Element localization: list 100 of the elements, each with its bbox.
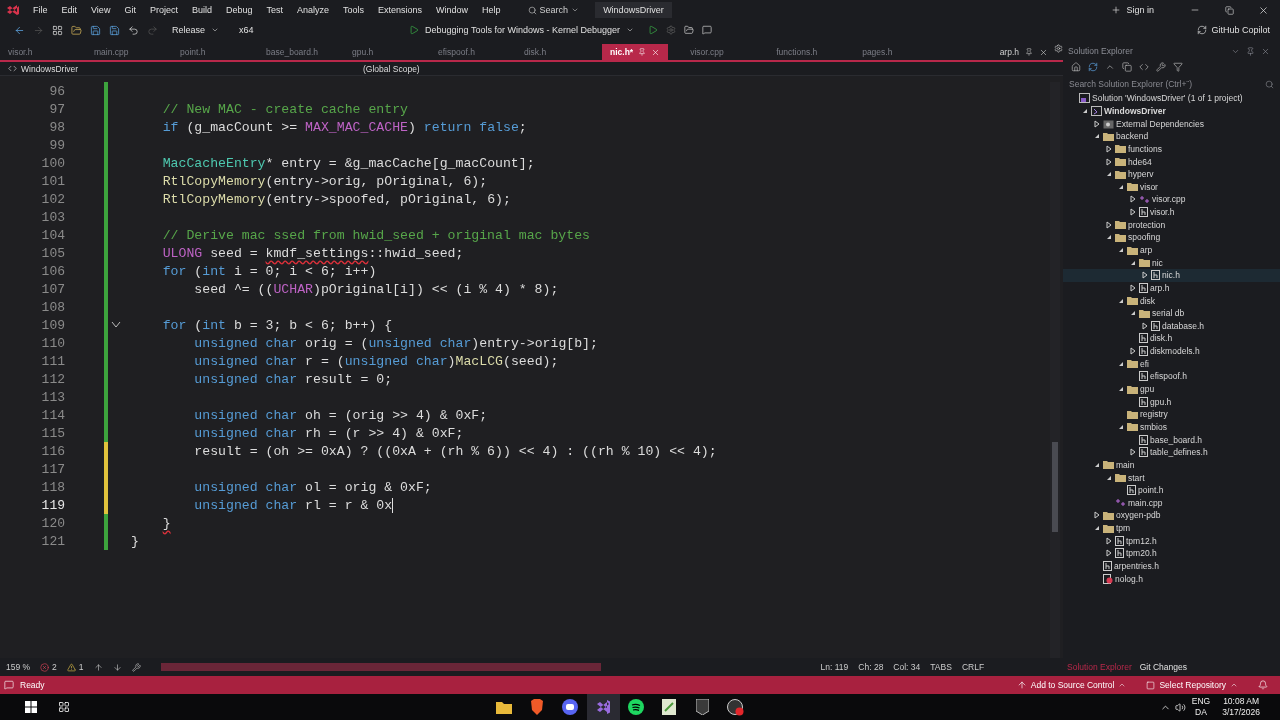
undo-icon[interactable] <box>128 24 139 36</box>
expand-arrow-icon[interactable] <box>1105 549 1113 558</box>
bell-icon[interactable] <box>1258 680 1268 690</box>
tree-item[interactable]: main.cpp <box>1063 496 1280 510</box>
tree-item[interactable]: visor.h <box>1063 205 1280 219</box>
caret-icon[interactable] <box>1230 681 1238 689</box>
debug-target-button[interactable]: Debugging Tools for Windows - Kernel Debugger <box>403 23 640 37</box>
chevron-down-icon[interactable] <box>626 26 634 34</box>
close-icon[interactable] <box>1257 4 1269 16</box>
expand-arrow-icon[interactable] <box>1093 119 1101 128</box>
settings-icon[interactable] <box>1054 44 1063 53</box>
expand-arrow-icon[interactable] <box>1105 220 1113 229</box>
collapse-arrow-icon[interactable] <box>1093 524 1101 533</box>
select-repository-button[interactable]: Select Repository <box>1146 680 1238 690</box>
copilot-button[interactable]: GitHub Copilot <box>1197 25 1270 35</box>
tree-item[interactable]: hde64 <box>1063 155 1280 168</box>
save-all-icon[interactable] <box>109 24 120 36</box>
error-count[interactable]: 2 <box>40 662 57 672</box>
file-tab[interactable]: point.h <box>172 44 244 60</box>
configuration-dropdown[interactable]: Release <box>166 23 226 37</box>
search-button[interactable]: Search <box>521 5 586 15</box>
warning-icon[interactable] <box>66 662 76 672</box>
tree-item[interactable]: gpu <box>1063 382 1280 396</box>
tree-item[interactable]: table_defines.h <box>1063 445 1280 459</box>
tree-item[interactable]: tpm20.h <box>1063 547 1280 560</box>
folder-icon[interactable] <box>684 25 694 35</box>
file-tab[interactable]: functions.h <box>768 44 841 60</box>
collapse-arrow-icon[interactable] <box>1117 246 1125 254</box>
search-icon[interactable] <box>1265 79 1274 89</box>
menu-item[interactable]: Tools <box>336 5 372 15</box>
tree-item[interactable]: spoofing <box>1063 231 1280 244</box>
menu-item[interactable]: Help <box>475 5 508 15</box>
add-to-source-control-button[interactable]: Add to Source Control <box>1016 680 1127 690</box>
tree-item[interactable]: protection <box>1063 218 1280 232</box>
tree-item[interactable]: tpm <box>1063 521 1280 535</box>
sign-in-button[interactable]: Sign in <box>1111 5 1154 15</box>
input-language[interactable]: ENG DA <box>1191 696 1211 718</box>
tree-item[interactable]: main <box>1063 458 1280 472</box>
tree-item[interactable]: hyperv <box>1063 167 1280 181</box>
tree-item[interactable]: visor.cpp <box>1063 193 1280 206</box>
menu-item[interactable]: View <box>84 5 118 15</box>
arrow-up-icon[interactable] <box>1016 680 1027 690</box>
tree-item[interactable]: arp.h <box>1063 281 1280 295</box>
file-tab[interactable]: visor.cpp <box>682 44 755 60</box>
collapse-arrow-icon[interactable] <box>1117 385 1125 394</box>
tree-item[interactable]: Solution 'WindowsDriver' (1 of 1 project) <box>1063 92 1280 105</box>
search-field[interactable]: Search Solution Explorer (Ctrl+¨) <box>1063 76 1280 92</box>
tree-item[interactable]: WindowsDriver <box>1063 104 1280 118</box>
tree-item[interactable]: database.h <box>1063 319 1280 333</box>
menu-item[interactable]: File <box>26 5 55 15</box>
tree-item[interactable]: visor <box>1063 180 1280 194</box>
collapse-arrow-icon[interactable] <box>1105 233 1113 242</box>
collapse-arrow-icon[interactable] <box>1093 132 1101 141</box>
scrollbar-thumb[interactable] <box>1052 442 1058 532</box>
tree-item[interactable]: backend <box>1063 129 1280 143</box>
open-folder-icon[interactable] <box>71 24 82 36</box>
file-tab[interactable]: main.cpp <box>86 44 158 60</box>
expand-arrow-icon[interactable] <box>1141 271 1149 280</box>
file-tab[interactable]: visor.h <box>0 44 72 60</box>
copy-icon[interactable] <box>1122 62 1132 72</box>
wrench-icon[interactable] <box>1156 62 1166 72</box>
pin-icon[interactable] <box>638 48 647 56</box>
close-icon[interactable] <box>651 47 661 57</box>
tree-item[interactable]: arp <box>1063 243 1280 257</box>
expand-arrow-icon[interactable] <box>1105 157 1113 166</box>
code-icon[interactable] <box>1139 62 1149 72</box>
tree-item[interactable]: nic.h <box>1063 268 1280 282</box>
search-icon[interactable] <box>527 5 537 15</box>
scope-dropdown[interactable]: (Global Scope) <box>363 63 718 74</box>
tree-item[interactable]: functions <box>1063 142 1280 156</box>
expand-arrow-icon[interactable] <box>1129 283 1137 292</box>
file-tab[interactable]: nic.h* <box>602 44 669 60</box>
tree-item[interactable]: serial db <box>1063 306 1280 320</box>
expand-arrow-icon[interactable] <box>1105 536 1113 545</box>
line-ending[interactable]: CRLF <box>961 662 985 672</box>
home-icon[interactable] <box>1071 62 1081 72</box>
tree-item[interactable]: efi <box>1063 357 1280 371</box>
tree-item[interactable]: oxygen-pdb <box>1063 509 1280 522</box>
filter-icon[interactable] <box>1173 62 1183 72</box>
expand-arrow-icon[interactable] <box>1129 448 1137 457</box>
chevron-down-icon[interactable] <box>571 6 580 14</box>
back-icon[interactable] <box>14 24 25 36</box>
refresh-icon[interactable] <box>1088 62 1098 72</box>
expand-arrow-icon[interactable] <box>1105 144 1113 153</box>
restore-icon[interactable] <box>1224 5 1234 15</box>
menu-item[interactable]: Build <box>184 5 219 15</box>
file-tab[interactable]: efispoof.h <box>430 44 502 60</box>
pin-icon[interactable] <box>1025 48 1033 56</box>
tree-item[interactable]: gpu.h <box>1063 395 1280 408</box>
menu-item[interactable]: Git <box>117 5 143 15</box>
collapse-arrow-icon[interactable] <box>1129 309 1137 318</box>
previous-icon[interactable] <box>93 662 103 672</box>
tree-item[interactable]: diskmodels.h <box>1063 344 1280 358</box>
expand-arrow-icon[interactable] <box>1093 511 1101 520</box>
new-item-icon[interactable] <box>52 24 63 36</box>
project-dropdown[interactable]: WindowsDriver <box>8 63 363 74</box>
tree-item[interactable]: disk.h <box>1063 332 1280 345</box>
task-view-icon[interactable] <box>57 701 70 713</box>
expand-arrow-icon[interactable] <box>1129 347 1137 356</box>
menu-item[interactable]: Edit <box>54 5 85 15</box>
